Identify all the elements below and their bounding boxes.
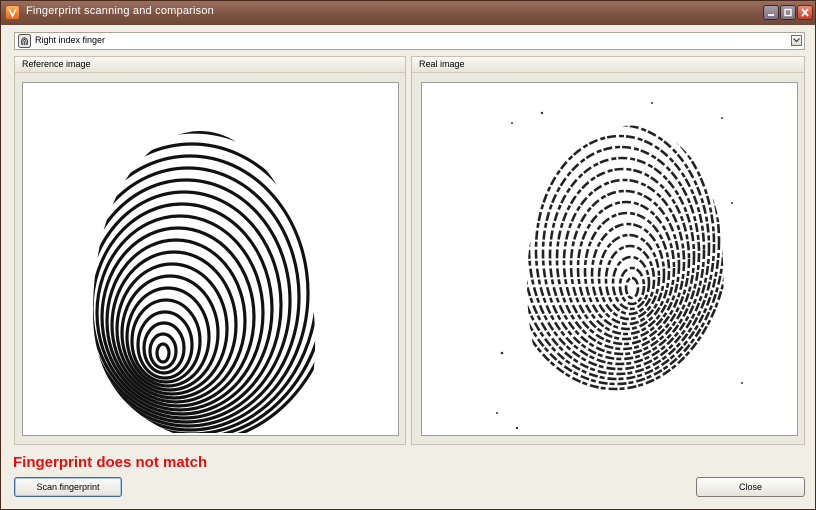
main-window: Fingerprint scanning and comparison Righ… [0,0,816,510]
finger-select[interactable]: Right index finger [14,32,805,50]
close-window-button[interactable] [797,5,813,20]
reference-panel: Reference image [14,56,406,445]
scan-fingerprint-button[interactable]: Scan fingerprint [14,477,122,497]
fingerprint-icon [18,34,31,48]
reference-image [22,82,399,436]
minimize-button[interactable] [763,5,779,20]
real-image [421,82,798,436]
real-panel: Real image [411,56,805,445]
chevron-down-icon[interactable] [791,35,802,46]
maximize-button[interactable] [780,5,796,20]
title-bar[interactable]: Fingerprint scanning and comparison [1,1,815,25]
app-icon[interactable] [5,5,20,20]
real-panel-header: Real image [412,57,804,73]
reference-panel-title: Reference image [22,59,91,69]
real-panel-title: Real image [419,59,465,69]
window-title: Fingerprint scanning and comparison [26,5,214,17]
finger-select-value: Right index finger [35,35,106,45]
reference-panel-header: Reference image [15,57,405,73]
close-button[interactable]: Close [696,477,805,497]
match-status: Fingerprint does not match [13,454,208,471]
